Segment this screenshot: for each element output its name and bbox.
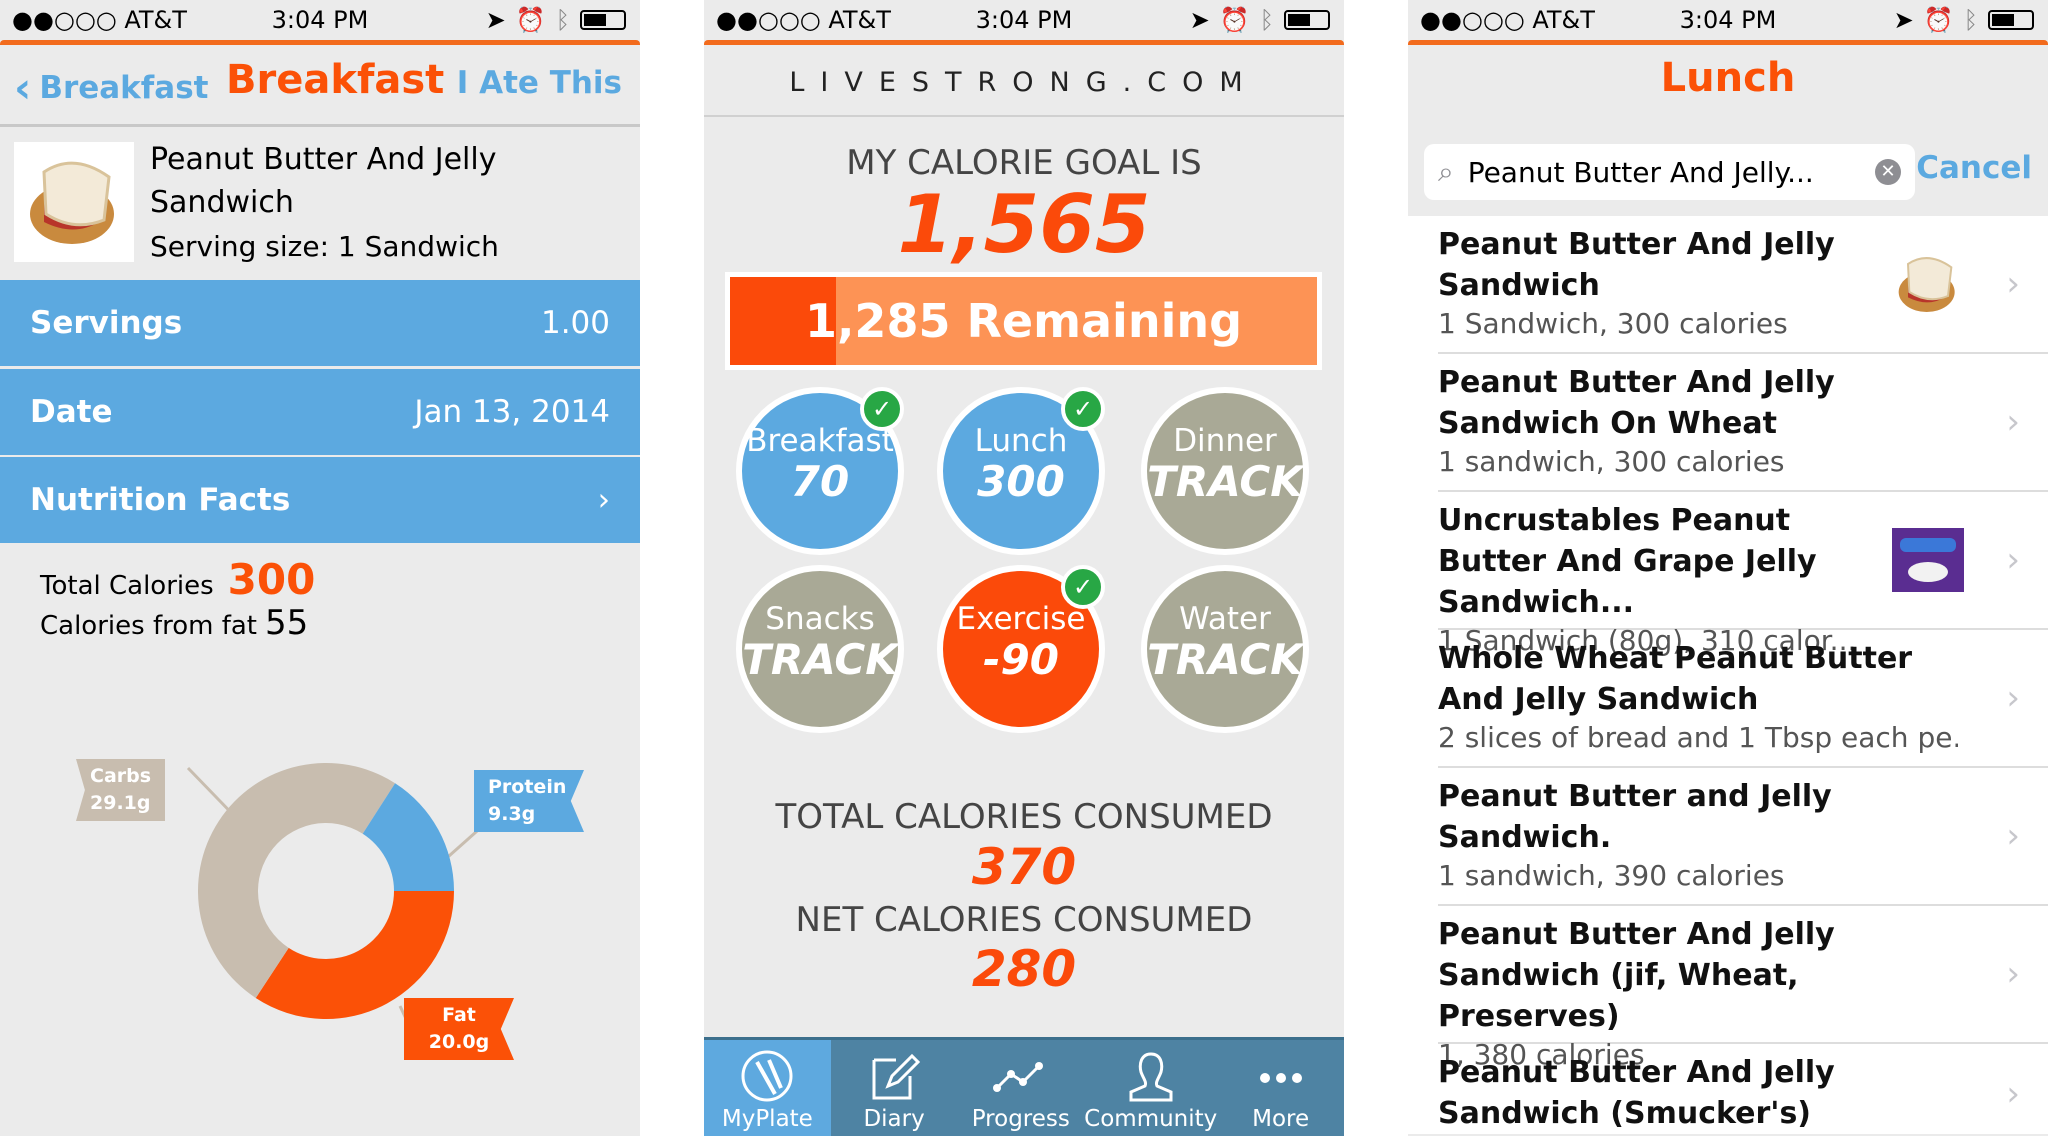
serving-size: Serving size: 1 Sandwich <box>150 230 499 263</box>
cancel-button[interactable]: Cancel <box>1916 150 2032 186</box>
net-consumed: 280 <box>971 940 1077 998</box>
meal-exercise-button[interactable]: Exercise -90 ✓ <box>937 565 1105 733</box>
back-button[interactable]: ‹ Breakfast <box>14 63 208 112</box>
meal-label: Water <box>1179 601 1271 637</box>
list-item[interactable]: Uncrustables Peanut Butter And Grape Jel… <box>1438 492 2048 657</box>
list-item[interactable]: Peanut Butter And Jelly Sandwich (jif, W… <box>1438 906 2048 1071</box>
page-title: Lunch <box>1660 55 1796 101</box>
total-calories: Total Calories 300 <box>40 555 316 604</box>
sandwich-thumbnail <box>1898 257 1955 312</box>
checkmark-icon: ✓ <box>1061 565 1105 609</box>
tab-bar: MyPlate Diary Progress Community More <box>704 1037 1344 1136</box>
meal-value: -90 <box>983 635 1059 684</box>
battery-icon <box>1988 10 2034 30</box>
servings-row[interactable]: Servings 1.00 <box>0 280 640 366</box>
tab-community[interactable]: Community <box>1084 1040 1217 1136</box>
community-icon <box>1129 1052 1173 1102</box>
date-row[interactable]: Date Jan 13, 2014 <box>0 369 640 455</box>
myplate-screen: ●●○○○ AT&T 3:04 PM ➤ ⏰ ᛒ LIVESTRONG.COM MY… <box>704 0 1344 1136</box>
calories-from-fat: Calories from fat 55 <box>40 603 309 643</box>
meal-value: TRACK <box>1147 457 1303 506</box>
bluetooth-icon: ᛒ <box>555 6 570 34</box>
food-name: Peanut Butter And Jelly Sandwich <box>150 142 497 220</box>
accent-line <box>1408 40 2048 45</box>
clear-search-button[interactable]: ✕ <box>1875 159 1901 185</box>
goal-label: MY CALORIE GOAL IS <box>846 143 1202 183</box>
tab-myplate[interactable]: MyPlate <box>704 1040 831 1136</box>
meal-breakfast-button[interactable]: Breakfast 70 ✓ <box>736 387 904 555</box>
net-consumed-label: NET CALORIES CONSUMED <box>795 900 1253 940</box>
plate-icon <box>741 1050 793 1102</box>
location-icon: ➤ <box>1189 6 1210 34</box>
location-icon: ➤ <box>1893 6 1914 34</box>
search-icon: ⌕ <box>1438 155 1454 188</box>
meal-label: Dinner <box>1173 423 1277 459</box>
list-item[interactable]: Peanut Butter and Jelly Sandwich. 1 sandw… <box>1438 768 2048 906</box>
i-ate-this-button[interactable]: I Ate This <box>457 65 622 101</box>
chevron-left-icon: ‹ <box>14 63 32 112</box>
status-bar: ●●○○○ AT&T 3:04 PM ➤ ⏰ ᛒ <box>1408 0 2048 40</box>
protein-label: Protein 9.3g <box>474 770 584 832</box>
meal-value: TRACK <box>742 635 898 684</box>
meal-dinner-button[interactable]: Dinner TRACK <box>1141 387 1309 555</box>
sandwich-image <box>14 142 134 262</box>
location-icon: ➤ <box>485 6 506 34</box>
chevron-right-icon: › <box>597 482 610 518</box>
total-consumed: 370 <box>971 838 1077 896</box>
status-bar: ●●○○○ AT&T 3:04 PM ➤ ⏰ ᛒ <box>704 0 1344 40</box>
nutrition-facts-row[interactable]: Nutrition Facts › <box>0 457 640 543</box>
alarm-icon: ⏰ <box>515 6 546 34</box>
status-bar: ●●○○○ AT&T 3:04 PM ➤ ⏰ ᛒ <box>0 0 640 40</box>
checkmark-icon: ✓ <box>860 387 904 431</box>
chevron-right-icon: › <box>2006 540 2020 580</box>
list-item[interactable]: Peanut Butter And Jelly Sandwich 1 Sandwi… <box>1438 216 2048 354</box>
livestrong-logo: LIVESTRONG.COM <box>704 45 1344 117</box>
page-title: Breakfast <box>226 57 445 103</box>
chevron-right-icon: › <box>2006 954 2020 994</box>
tab-more[interactable]: More <box>1217 1040 1344 1136</box>
chevron-right-icon: › <box>2006 1074 2020 1114</box>
fat-label: Fat 20.0g <box>404 998 514 1060</box>
search-input[interactable]: ⌕ Peanut Butter And Jelly... ✕ <box>1424 144 1915 200</box>
food-search-screen: ●●○○○ AT&T 3:04 PM ➤ ⏰ ᛒ Lunch ⌕ Peanut Bu… <box>1408 0 2048 1136</box>
chevron-right-icon: › <box>2006 678 2020 718</box>
meal-label: Snacks <box>765 601 875 637</box>
nav-bar: ‹ Breakfast Breakfast I Ate This <box>0 45 640 127</box>
meal-snacks-button[interactable]: Snacks TRACK <box>736 565 904 733</box>
alarm-icon: ⏰ <box>1219 6 1250 34</box>
tab-diary[interactable]: Diary <box>831 1040 958 1136</box>
progress-icon <box>992 1062 1043 1092</box>
meal-value: 300 <box>977 457 1065 506</box>
search-results: Peanut Butter And Jelly Sandwich 1 Sandwi… <box>1408 216 2048 1134</box>
meal-value: TRACK <box>1147 635 1303 684</box>
chevron-right-icon: › <box>2006 816 2020 856</box>
meal-value: 70 <box>790 457 850 506</box>
remaining-bar: 1,285 Remaining Today <box>725 272 1322 370</box>
calorie-goal: 1,565 <box>897 178 1151 271</box>
alarm-icon: ⏰ <box>1923 6 1954 34</box>
total-consumed-label: TOTAL CALORIES CONSUMED <box>775 797 1273 837</box>
meal-lunch-button[interactable]: Lunch 300 ✓ <box>937 387 1105 555</box>
list-item[interactable]: Whole Wheat Peanut Butter And Jelly Sand… <box>1438 630 2048 768</box>
bluetooth-icon: ᛒ <box>1963 6 1978 34</box>
chevron-right-icon: › <box>2006 402 2020 442</box>
list-item[interactable]: Peanut Butter And Jelly Sandwich On Whea… <box>1438 354 2048 492</box>
diary-icon <box>872 1053 921 1100</box>
uncrustables-box-thumbnail <box>1892 528 1964 592</box>
chevron-right-icon: › <box>2006 264 2020 304</box>
list-item[interactable]: Peanut Butter And Jelly Sandwich (Smucke… <box>1438 1044 2048 1134</box>
food-detail-screen: ●●○○○ AT&T 3:04 PM ➤ ⏰ ᛒ ‹ Breakfast Breakf… <box>0 0 640 1136</box>
meal-water-button[interactable]: Water TRACK <box>1141 565 1309 733</box>
checkmark-icon: ✓ <box>1061 387 1105 431</box>
tab-progress[interactable]: Progress <box>957 1040 1084 1136</box>
carbs-label: Carbs 29.1g <box>76 759 166 821</box>
battery-icon <box>580 10 626 30</box>
battery-icon <box>1284 10 1330 30</box>
more-icon <box>1259 1073 1302 1083</box>
bluetooth-icon: ᛒ <box>1259 6 1274 34</box>
